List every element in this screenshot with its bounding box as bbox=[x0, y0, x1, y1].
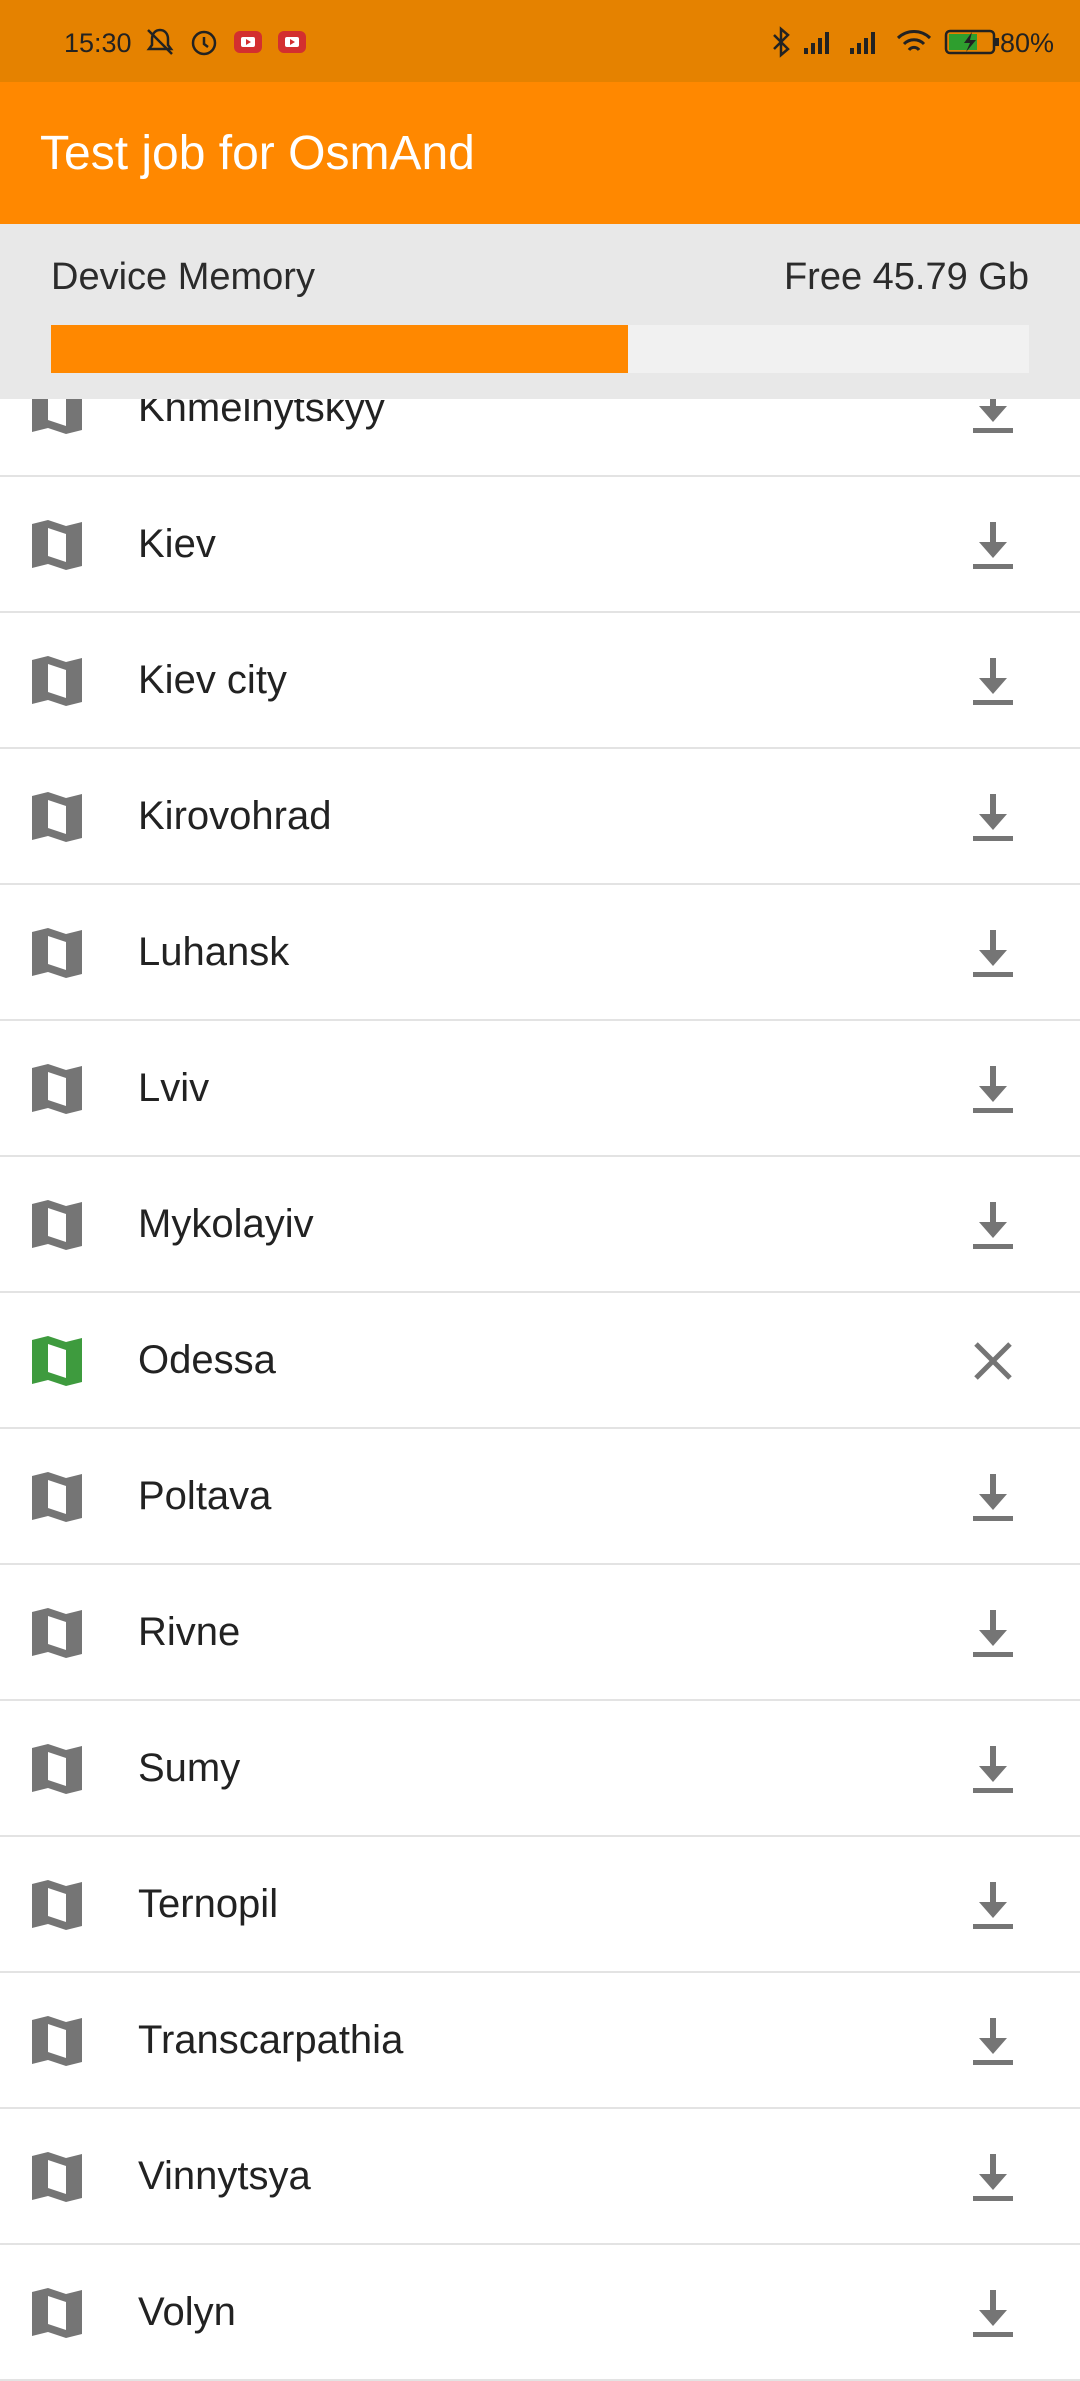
close-icon bbox=[974, 1342, 1012, 1380]
map-icon bbox=[30, 1878, 84, 1932]
map-icon bbox=[30, 2286, 84, 2340]
memory-usage-bar bbox=[51, 325, 1029, 373]
muted-bell-icon bbox=[146, 28, 174, 55]
map-icon bbox=[30, 1606, 84, 1660]
download-icon bbox=[973, 2290, 1013, 2337]
map-icon bbox=[30, 926, 84, 980]
download-button[interactable] bbox=[966, 2286, 1020, 2340]
region-row-volyn[interactable]: Volyn bbox=[0, 2245, 1080, 2381]
map-icon bbox=[30, 654, 84, 708]
download-icon bbox=[973, 1746, 1013, 1793]
region-row-kiev-city[interactable]: Kiev city bbox=[0, 613, 1080, 749]
map-icon bbox=[30, 1470, 84, 1524]
wifi-icon bbox=[896, 30, 932, 52]
region-name: Odessa bbox=[138, 1338, 276, 1382]
alarm-icon bbox=[191, 30, 217, 56]
region-row-luhansk[interactable]: Luhansk bbox=[0, 885, 1080, 1021]
download-button[interactable] bbox=[966, 2014, 1020, 2068]
region-name: Kiev bbox=[138, 522, 216, 566]
map-icon bbox=[30, 1198, 84, 1252]
region-name: Transcarpathia bbox=[138, 2018, 404, 2062]
region-row-odessa[interactable]: Odessa bbox=[0, 1293, 1080, 1429]
region-name: Kiev city bbox=[138, 658, 287, 702]
device-memory-panel: Device Memory Free 45.79 Gb bbox=[0, 224, 1080, 399]
map-icon bbox=[30, 1742, 84, 1796]
region-row-mykolayiv[interactable]: Mykolayiv bbox=[0, 1157, 1080, 1293]
app-title: Test job for OsmAnd bbox=[40, 127, 475, 180]
signal-icon bbox=[804, 32, 829, 54]
map-icon bbox=[30, 2014, 84, 2068]
region-row-kirovohrad[interactable]: Kirovohrad bbox=[0, 749, 1080, 885]
download-icon bbox=[973, 658, 1013, 705]
download-icon bbox=[973, 1202, 1013, 1249]
map-icon bbox=[30, 790, 84, 844]
region-name: Kirovohrad bbox=[138, 794, 332, 838]
region-row-ternopil[interactable]: Ternopil bbox=[0, 1837, 1080, 1973]
map-icon bbox=[30, 518, 84, 572]
youtube-notification-icon bbox=[234, 31, 262, 53]
memory-usage-fill bbox=[51, 325, 629, 373]
region-row-kiev[interactable]: Kiev bbox=[0, 477, 1080, 613]
download-icon bbox=[973, 930, 1013, 977]
region-row-sumy[interactable]: Sumy bbox=[0, 1701, 1080, 1837]
download-button[interactable] bbox=[966, 926, 1020, 980]
download-button[interactable] bbox=[966, 518, 1020, 572]
region-row-vinnytsya[interactable]: Vinnytsya bbox=[0, 2109, 1080, 2245]
free-space-value: Free 45.79 Gb bbox=[783, 256, 1029, 298]
download-icon bbox=[973, 794, 1013, 841]
map-downloaded-icon bbox=[30, 1334, 84, 1388]
download-button[interactable] bbox=[966, 654, 1020, 708]
download-icon bbox=[973, 1474, 1013, 1521]
download-icon bbox=[973, 1066, 1013, 1113]
status-time: 15:30 bbox=[64, 28, 132, 58]
device-memory-label: Device Memory bbox=[51, 256, 315, 298]
region-row-lviv[interactable]: Lviv bbox=[0, 1021, 1080, 1157]
battery-percentage: 80% bbox=[999, 28, 1054, 58]
youtube-notification-icon bbox=[278, 31, 306, 53]
download-button[interactable] bbox=[966, 2150, 1020, 2204]
download-button[interactable] bbox=[966, 1062, 1020, 1116]
region-name: Ternopil bbox=[138, 1882, 279, 1926]
download-button[interactable] bbox=[966, 1878, 1020, 1932]
app-bar: Test job for OsmAnd bbox=[0, 82, 1080, 224]
region-name: Vinnytsya bbox=[138, 2154, 311, 2198]
region-row-poltava[interactable]: Poltava bbox=[0, 1429, 1080, 1565]
download-icon bbox=[973, 2018, 1013, 2065]
region-row-rivne[interactable]: Rivne bbox=[0, 1565, 1080, 1701]
region-row-transcarpathia[interactable]: Transcarpathia bbox=[0, 1973, 1080, 2109]
map-icon bbox=[30, 2150, 84, 2204]
download-button[interactable] bbox=[966, 1470, 1020, 1524]
download-icon bbox=[973, 522, 1013, 569]
region-name: Volyn bbox=[138, 2290, 236, 2334]
battery-charging-icon bbox=[944, 29, 999, 55]
map-icon bbox=[30, 1062, 84, 1116]
signal-icon bbox=[850, 32, 875, 54]
region-name: Mykolayiv bbox=[138, 1202, 314, 1246]
download-button[interactable] bbox=[966, 1606, 1020, 1660]
region-name: Rivne bbox=[138, 1610, 241, 1654]
download-button[interactable] bbox=[966, 790, 1020, 844]
remove-download-button[interactable] bbox=[966, 1334, 1020, 1388]
download-button[interactable] bbox=[966, 1742, 1020, 1796]
region-name: Sumy bbox=[138, 1746, 241, 1790]
status-bar: 15:30 80% bbox=[0, 0, 1080, 82]
bluetooth-icon bbox=[773, 26, 790, 58]
download-icon bbox=[973, 1610, 1013, 1657]
download-icon bbox=[973, 1882, 1013, 1929]
download-icon bbox=[973, 2154, 1013, 2201]
region-name: Luhansk bbox=[138, 930, 290, 974]
region-name: Poltava bbox=[138, 1474, 272, 1518]
region-name: Lviv bbox=[138, 1066, 210, 1110]
download-button[interactable] bbox=[966, 1198, 1020, 1252]
